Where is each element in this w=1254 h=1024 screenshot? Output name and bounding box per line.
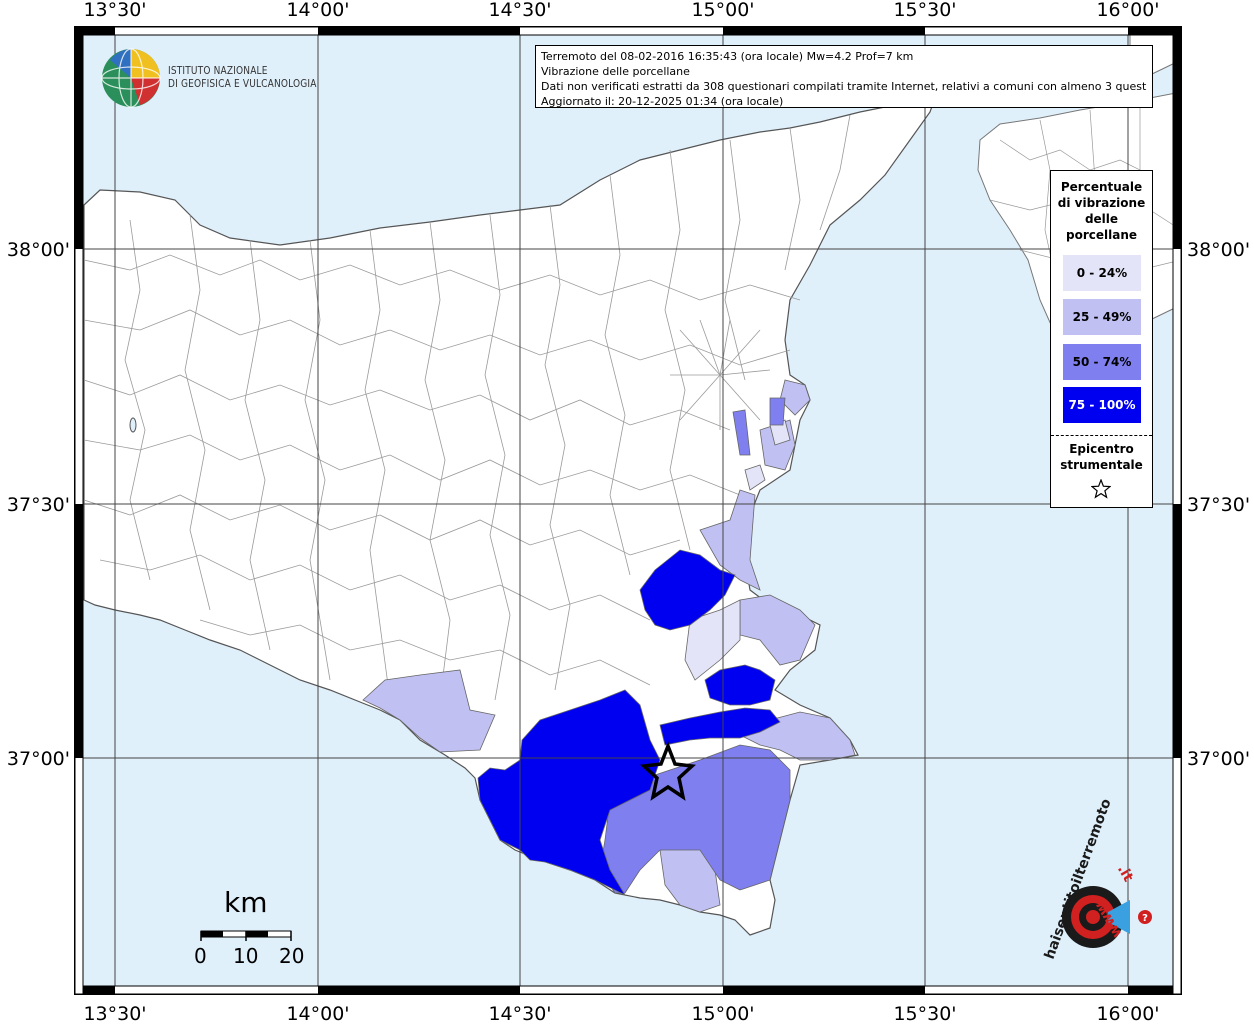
x-tick-labels-top: 13°30' 14°00' 14°30' 15°00' 15°30' 16°00…: [83, 0, 1159, 21]
legend-title-line: Percentuale: [1060, 180, 1143, 194]
y-tick-label: 37°00': [1187, 748, 1250, 770]
legend: Percentuale di vibrazione delle porcella…: [1050, 170, 1153, 508]
scale-label: 0: [194, 944, 207, 968]
x-tick-label: 15°00': [691, 0, 754, 21]
ingv-line1: ISTITUTO NAZIONALE: [168, 64, 268, 77]
legend-title-line: delle: [1084, 212, 1119, 226]
legend-swatch-25-49: 25 - 49%: [1063, 299, 1141, 335]
y-tick-labels-left: 38°00' 37°30' 37°00': [7, 239, 70, 770]
legend-swatch-50-74: 50 - 74%: [1063, 344, 1141, 380]
y-tick-label: 37°00': [7, 748, 70, 770]
x-tick-label: 16°00': [1096, 0, 1159, 21]
updated-line: Aggiornato il: 20-12-2025 01:34 (ora loc…: [541, 95, 784, 108]
y-tick-label: 38°00': [1187, 239, 1250, 261]
event-line: Terremoto del 08-02-2016 16:35:43 (ora l…: [541, 50, 914, 63]
legend-title-line: di vibrazione: [1057, 196, 1146, 210]
intensity-map: 13°30' 14°00' 14°30' 15°00' 15°30' 16°00…: [7, 0, 1250, 1024]
scale-label: 10: [233, 944, 259, 968]
x-tick-label: 13°30': [83, 1003, 146, 1024]
ingv-globe-icon: [101, 48, 161, 108]
event-info-box: Terremoto del 08-02-2016 16:35:43 (ora l…: [535, 45, 1153, 108]
legend-title: Percentuale di vibrazione delle porcella…: [1051, 179, 1152, 243]
x-tick-label: 14°30': [488, 0, 551, 21]
ingv-line2: DI GEOFISICA E VULCANOLOGIA: [168, 77, 317, 90]
legend-swatch-0-24: 0 - 24%: [1063, 255, 1141, 291]
x-tick-label: 14°00': [286, 0, 349, 21]
x-tick-labels-bottom: 13°30' 14°00' 14°30' 15°00' 15°30' 16°00…: [83, 1003, 1159, 1024]
ingv-logo-text: ISTITUTO NAZIONALE DI GEOFISICA E VULCAN…: [168, 64, 317, 90]
x-tick-label: 15°30': [893, 1003, 956, 1024]
data-note-line: Dati non verificati estratti da 308 ques…: [541, 80, 1147, 93]
legend-epicenter-line: strumentale: [1060, 458, 1143, 472]
y-tick-labels-right: 38°00' 37°30' 37°00': [1187, 239, 1250, 770]
star-outline-icon: [1091, 479, 1111, 499]
legend-swatch-75-100: 75 - 100%: [1063, 387, 1141, 423]
x-tick-label: 15°30': [893, 0, 956, 21]
svg-text:?: ?: [1142, 913, 1148, 924]
legend-title-line: porcellane: [1065, 228, 1137, 242]
legend-epicenter-line: Epicentro: [1069, 442, 1134, 456]
legend-separator: [1051, 435, 1152, 436]
parameter-line: Vibrazione delle porcellane: [541, 65, 690, 78]
scale-unit: km: [224, 886, 268, 919]
x-tick-label: 14°00': [286, 1003, 349, 1024]
x-tick-label: 14°30': [488, 1003, 551, 1024]
y-tick-label: 37°30': [1187, 494, 1250, 516]
legend-epicenter-title: Epicentro strumentale: [1051, 441, 1152, 473]
x-tick-label: 15°00': [691, 1003, 754, 1024]
x-tick-label: 13°30': [83, 0, 146, 21]
y-tick-label: 37°30': [7, 494, 70, 516]
y-tick-label: 38°00': [7, 239, 70, 261]
x-tick-label: 16°00': [1096, 1003, 1159, 1024]
scale-label: 20: [279, 944, 305, 968]
